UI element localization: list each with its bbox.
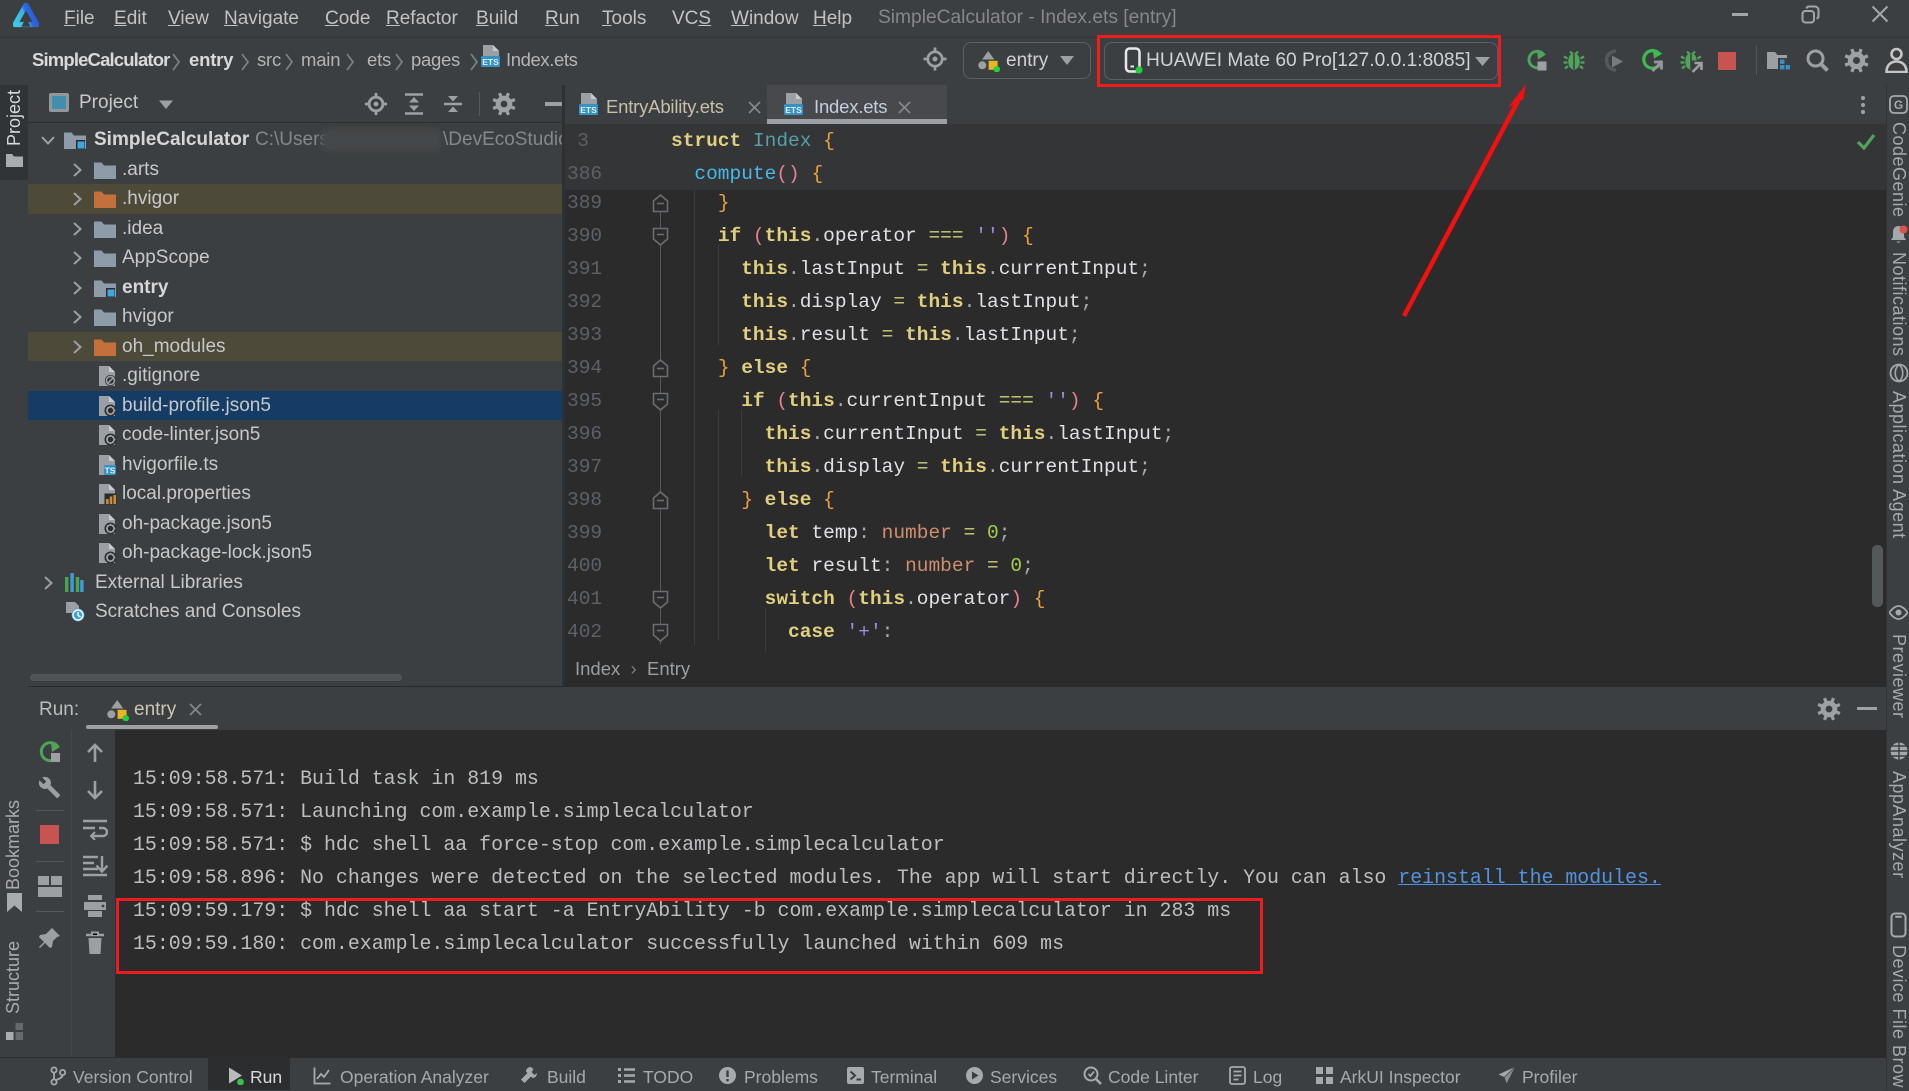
svg-text:ETS: ETS (580, 105, 597, 115)
svg-text:ETS: ETS (785, 105, 802, 115)
svg-text:TS: TS (105, 465, 116, 475)
svg-text:G: G (1894, 98, 1903, 112)
svg-text:ETS: ETS (482, 57, 499, 67)
